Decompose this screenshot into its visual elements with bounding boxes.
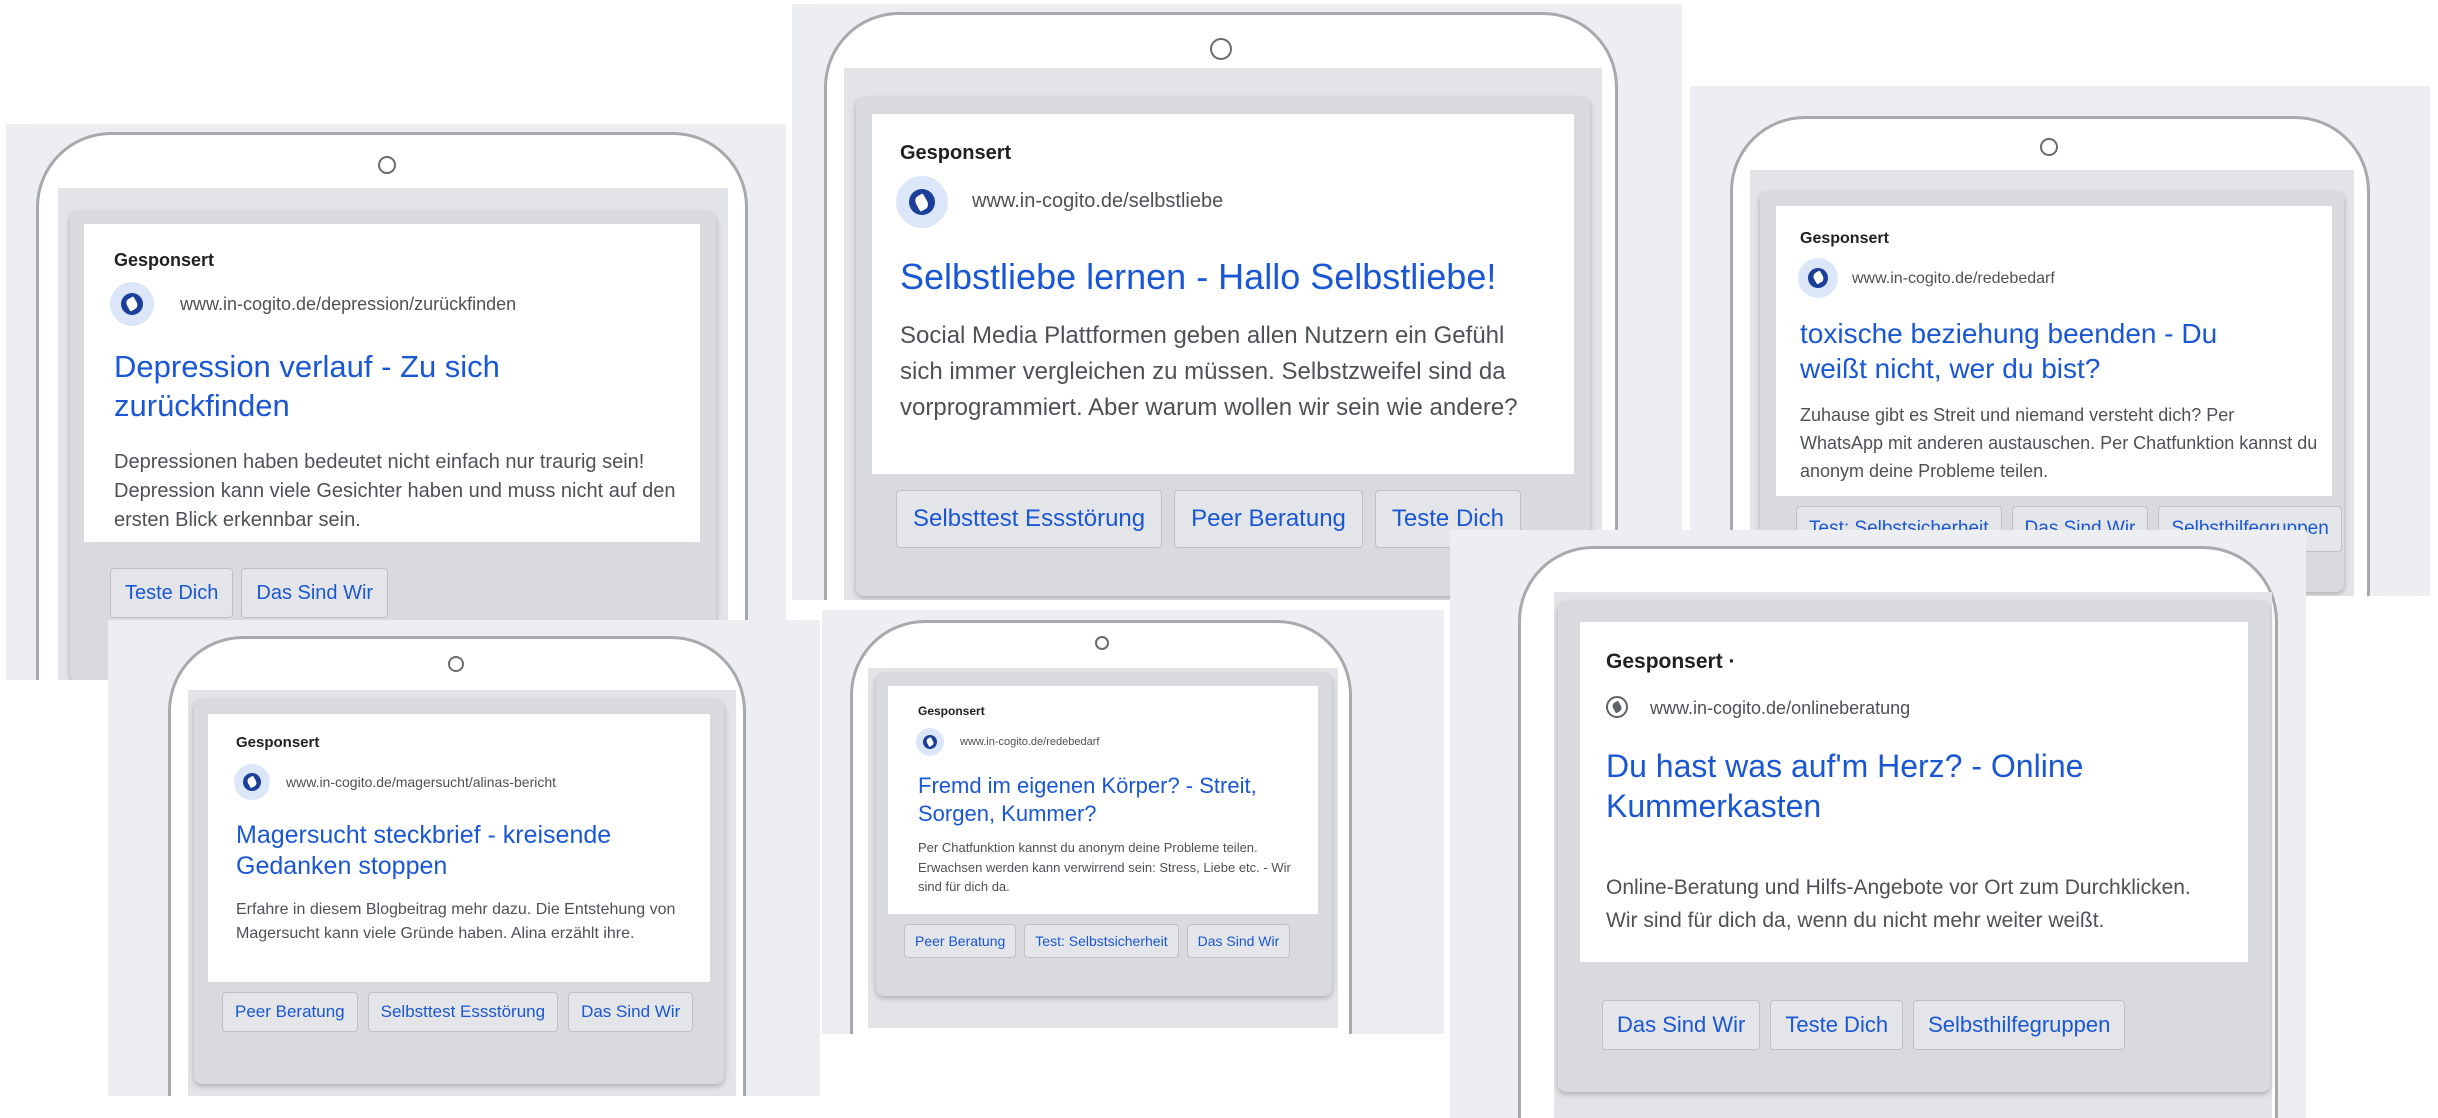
sitelink-bar: Peer Beratung Test: Selbstsicherheit Das S…	[904, 924, 1332, 996]
ad-url[interactable]: www.in-cogito.de/onlineberatung	[1650, 698, 1910, 719]
ad-url[interactable]: www.in-cogito.de/depression/zurückfinden	[180, 294, 516, 315]
sitelink-bar: Peer Beratung Selbsttest Essstörung Das Si…	[222, 992, 724, 1084]
ad-headline[interactable]: Depression verlauf - Zu sich zurückfinde…	[114, 348, 564, 426]
ad-url[interactable]: www.in-cogito.de/selbstliebe	[972, 190, 1223, 213]
ad-headline[interactable]: Selbstliebe lernen - Hallo Selbstliebe!	[900, 254, 1570, 299]
ad-description: Per Chatfunktion kannst du anonym deine …	[918, 840, 1291, 894]
globe-icon	[110, 282, 154, 326]
ad-content: Gesponsert www.in-cogito.de/redebedarf F…	[888, 686, 1318, 914]
ad-headline[interactable]: Du hast was auf'm Herz? - Online Kummerk…	[1606, 746, 2166, 826]
sitelink-button[interactable]: Das Sind Wir	[1602, 1000, 1761, 1050]
sponsored-label: Gesponsert	[918, 704, 985, 718]
ad-description: Online-Beratung und Hilfs-Angebote vor O…	[1606, 876, 2191, 932]
globe-icon	[1606, 696, 1628, 718]
globe-icon	[234, 764, 270, 800]
globe-icon	[896, 176, 948, 228]
ad-card: Gesponsert www.in-cogito.de/redebedarf F…	[876, 674, 1332, 996]
ad-content: Gesponsert www.in-cogito.de/selbstliebe …	[872, 114, 1574, 474]
ad-description: Depressionen haben bedeutet nicht einfac…	[114, 451, 676, 531]
phone-camera	[378, 156, 396, 174]
sitelink-button[interactable]: Teste Dich	[1770, 1000, 1904, 1050]
sitelink-bar: Das Sind Wir Teste Dich Selbsthilfegruppen	[1602, 1000, 2270, 1092]
ad-mockup-fremd: Gesponsert www.in-cogito.de/redebedarf F…	[822, 610, 1444, 1034]
phone-camera	[448, 656, 464, 672]
sitelink-button[interactable]: Selbsttest Essstörung	[367, 992, 559, 1032]
ad-mockup-redebedarf: Gesponsert www.in-cogito.de/redebedarf t…	[1690, 86, 2430, 596]
sitelink-button[interactable]: Selbsthilfegruppen	[1913, 1000, 2126, 1050]
ad-card: Gesponsert www.in-cogito.de/selbstliebe …	[856, 98, 1590, 596]
ad-description: Zuhause gibt es Streit und niemand verst…	[1800, 405, 2318, 481]
phone-camera	[2040, 138, 2058, 156]
sitelink-button[interactable]: Test: Selbstsicherheit	[1024, 924, 1179, 958]
ad-url[interactable]: www.in-cogito.de/redebedarf	[960, 736, 1099, 748]
globe-icon	[916, 728, 944, 756]
sitelink-button[interactable]: Selbsttest Essstörung	[896, 490, 1163, 548]
ad-card: Gesponsert · www.in-cogito.de/onlinebera…	[1558, 602, 2270, 1092]
sitelink-button[interactable]: Das Sind Wir	[568, 992, 694, 1032]
ad-content: Gesponsert www.in-cogito.de/depression/z…	[84, 224, 700, 542]
ad-content: Gesponsert www.in-cogito.de/redebedarf t…	[1776, 206, 2332, 496]
ad-card: Gesponsert www.in-cogito.de/magersucht/a…	[194, 700, 724, 1084]
phone-camera	[1210, 38, 1232, 60]
sponsored-label: Gesponsert	[236, 734, 320, 751]
sponsored-label: Gesponsert	[900, 142, 1012, 164]
ad-mockup-magersucht: Gesponsert www.in-cogito.de/magersucht/a…	[108, 620, 820, 1096]
ad-mockup-kummerkasten: Gesponsert · www.in-cogito.de/onlinebera…	[1450, 530, 2306, 1118]
ad-mockup-depression: Gesponsert www.in-cogito.de/depression/z…	[6, 124, 786, 680]
sitelink-button[interactable]: Teste Dich	[110, 568, 234, 618]
sitelink-button[interactable]: Das Sind Wir	[241, 568, 389, 618]
ad-headline[interactable]: Magersucht steckbrief - kreisende Gedank…	[236, 820, 676, 883]
phone-camera	[1095, 636, 1109, 650]
ad-description: Erfahre in diesem Blogbeitrag mehr dazu.…	[236, 901, 676, 942]
ad-mockup-selbstliebe: Gesponsert www.in-cogito.de/selbstliebe …	[792, 4, 1682, 600]
ad-url[interactable]: www.in-cogito.de/redebedarf	[1852, 270, 2055, 288]
ad-content: Gesponsert · www.in-cogito.de/onlinebera…	[1580, 622, 2248, 962]
sponsored-label: Gesponsert	[1800, 230, 1889, 247]
ad-content: Gesponsert www.in-cogito.de/magersucht/a…	[208, 714, 710, 982]
sitelink-button[interactable]: Peer Beratung	[1174, 490, 1363, 548]
globe-icon	[1798, 258, 1838, 298]
ad-headline[interactable]: toxische beziehung beenden - Du weißt ni…	[1800, 316, 2270, 386]
sponsored-label: Gesponsert ·	[1606, 650, 1736, 673]
ad-card: Gesponsert www.in-cogito.de/depression/z…	[70, 212, 716, 680]
sitelink-button[interactable]: Das Sind Wir	[1186, 924, 1291, 958]
ad-headline[interactable]: Fremd im eigenen Körper? - Streit, Sorge…	[918, 772, 1298, 827]
sponsored-label: Gesponsert	[114, 250, 215, 270]
sitelink-button[interactable]: Peer Beratung	[904, 924, 1017, 958]
ad-description: Social Media Plattformen geben allen Nut…	[900, 322, 1518, 421]
ad-url[interactable]: www.in-cogito.de/magersucht/alinas-beric…	[286, 774, 556, 790]
sitelink-button[interactable]: Peer Beratung	[222, 992, 358, 1032]
